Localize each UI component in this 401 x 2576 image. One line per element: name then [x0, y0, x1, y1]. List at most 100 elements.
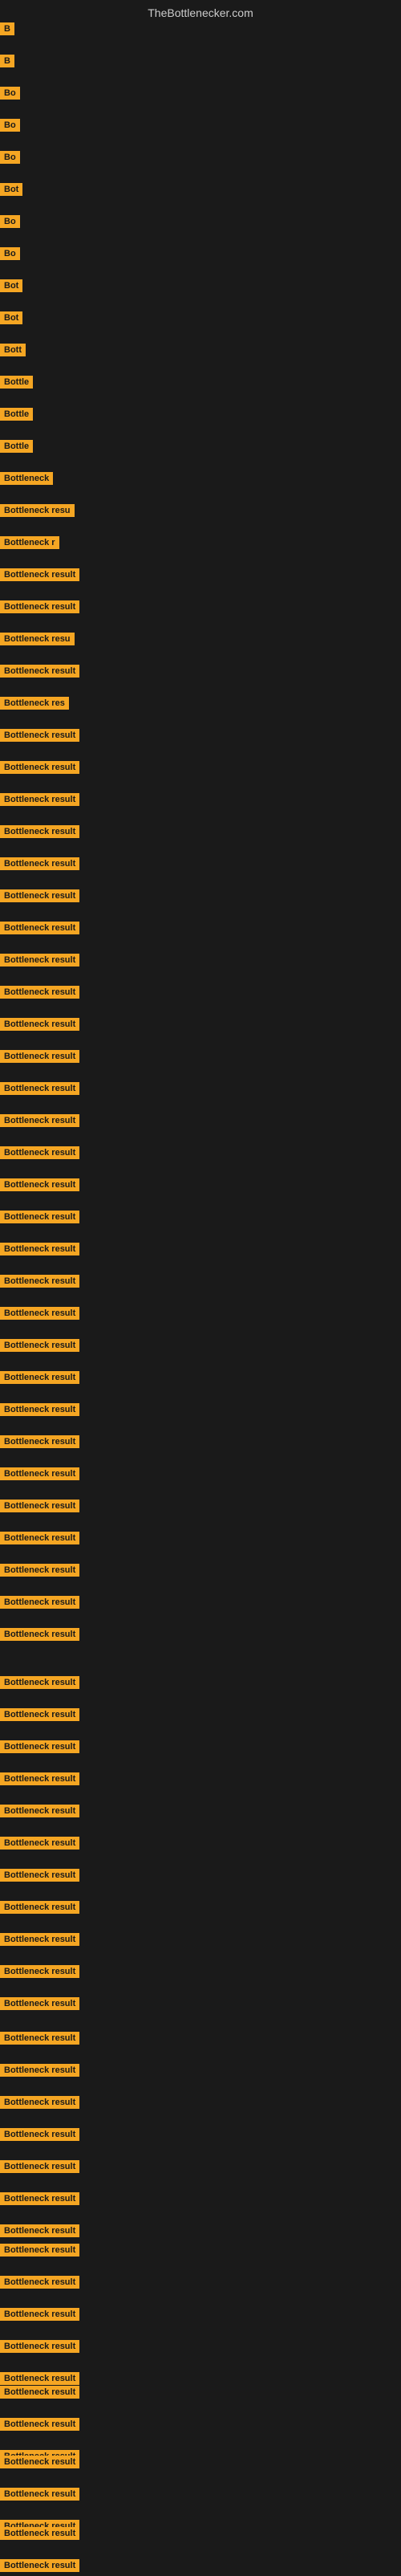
- badge-item: Bottle: [0, 376, 33, 393]
- badge-item: Bottleneck result: [0, 2224, 79, 2241]
- badge-item: Bottleneck result: [0, 922, 79, 938]
- badge-item: Bottleneck result: [0, 1965, 79, 1982]
- badge-label: Bottleneck result: [0, 600, 79, 613]
- badge-label: Bottle: [0, 440, 33, 453]
- badge-label: Bottleneck result: [0, 2128, 79, 2141]
- badge-label: Bottleneck result: [0, 1371, 79, 1384]
- badge-label: Bot: [0, 311, 22, 324]
- badge-item: Bottleneck result: [0, 825, 79, 842]
- badge-item: Bottleneck result: [0, 2032, 79, 2049]
- badge-item: Bottleneck result: [0, 1676, 79, 1693]
- badge-label: Bottleneck result: [0, 1708, 79, 1721]
- badge-item: Bottleneck resu: [0, 504, 75, 521]
- badge-label: Bottleneck result: [0, 2096, 79, 2109]
- badge-label: Bottleneck result: [0, 1564, 79, 1577]
- site-title: TheBottlenecker.com: [148, 6, 253, 19]
- badge-item: Bottleneck result: [0, 793, 79, 810]
- badge-item: Bottleneck result: [0, 1869, 79, 1886]
- badge-label: Bottleneck result: [0, 1018, 79, 1031]
- badge-label: Bot: [0, 279, 22, 292]
- badge-item: Bottleneck result: [0, 986, 79, 1003]
- badge-item: Bottleneck result: [0, 2128, 79, 2145]
- badge-label: Bottleneck result: [0, 2244, 79, 2257]
- badge-label: Bottleneck result: [0, 2372, 79, 2385]
- badge-label: Bottleneck result: [0, 2192, 79, 2205]
- badge-item: Bottleneck result: [0, 1243, 79, 1260]
- badge-item: Bottleneck result: [0, 2192, 79, 2209]
- badge-label: Bo: [0, 247, 20, 260]
- badge-item: Bottleneck result: [0, 1500, 79, 1516]
- badge-label: Bottleneck result: [0, 857, 79, 870]
- badge-item: Bottleneck result: [0, 1532, 79, 1548]
- badge-label: Bottleneck result: [0, 1243, 79, 1255]
- badge-label: Bottleneck result: [0, 2559, 79, 2572]
- badge-item: Bottleneck result: [0, 1901, 79, 1918]
- badge-label: Bottleneck result: [0, 1114, 79, 1127]
- badge-label: Bottleneck result: [0, 1901, 79, 1914]
- badge-item: Bottleneck result: [0, 2418, 79, 2435]
- badge-item: Bottleneck result: [0, 1339, 79, 1356]
- badge-item: Bottleneck r: [0, 536, 59, 553]
- badge-item: Bottleneck result: [0, 1933, 79, 1950]
- badge-item: Bottleneck result: [0, 1997, 79, 2014]
- badge-item: Bottleneck result: [0, 1403, 79, 1420]
- badge-label: Bottleneck result: [0, 2224, 79, 2237]
- badge-item: Bo: [0, 247, 20, 264]
- badge-item: Bottleneck result: [0, 1050, 79, 1067]
- badge-label: Bottleneck result: [0, 2064, 79, 2077]
- badge-item: Bo: [0, 87, 20, 104]
- badge-item: Bottleneck result: [0, 1114, 79, 1131]
- badge-item: Bottleneck resu: [0, 633, 75, 649]
- badge-label: Bottleneck result: [0, 1805, 79, 1817]
- badge-label: Bottleneck result: [0, 1467, 79, 1480]
- badge-item: Bottleneck result: [0, 1211, 79, 1227]
- badge-label: Bottleneck result: [0, 2527, 79, 2540]
- badge-item: Bo: [0, 151, 20, 168]
- badge-item: Bottle: [0, 440, 33, 457]
- badge-label: Bottleneck result: [0, 1628, 79, 1641]
- badge-item: Bottleneck result: [0, 1805, 79, 1821]
- badge-item: Bottleneck result: [0, 2096, 79, 2113]
- badge-label: Bottleneck result: [0, 1837, 79, 1850]
- badge-label: Bottleneck result: [0, 1772, 79, 1785]
- badge-item: Bottleneck result: [0, 1596, 79, 1613]
- badge-label: Bo: [0, 151, 20, 164]
- badge-label: Bottleneck res: [0, 697, 69, 710]
- badge-item: Bottleneck result: [0, 2064, 79, 2081]
- badge-item: Bo: [0, 119, 20, 136]
- badge-item: Bottleneck result: [0, 1178, 79, 1195]
- badge-item: Bottleneck result: [0, 2276, 79, 2293]
- badge-label: B: [0, 55, 14, 67]
- badge-label: Bottleneck result: [0, 729, 79, 742]
- badge-label: Bottleneck result: [0, 2160, 79, 2173]
- badge-label: Bottleneck result: [0, 1500, 79, 1512]
- badge-label: Bottleneck result: [0, 1275, 79, 1288]
- badge-item: Bottleneck result: [0, 1772, 79, 1789]
- badge-label: Bottleneck result: [0, 1532, 79, 1544]
- badge-label: Bottleneck result: [0, 1211, 79, 1223]
- badge-label: Bottleneck result: [0, 1178, 79, 1191]
- badge-item: Bott: [0, 344, 26, 360]
- badge-item: Bottleneck result: [0, 2527, 79, 2544]
- badge-label: Bottleneck result: [0, 986, 79, 999]
- badge-label: Bottleneck result: [0, 761, 79, 774]
- badge-item: Bottleneck result: [0, 568, 79, 585]
- badge-label: Bottleneck result: [0, 793, 79, 806]
- badge-label: Bottleneck result: [0, 954, 79, 967]
- badge-label: B: [0, 22, 14, 35]
- badge-label: Bott: [0, 344, 26, 356]
- badge-item: Bottleneck result: [0, 2244, 79, 2261]
- badge-label: Bottleneck result: [0, 889, 79, 902]
- badge-item: Bottleneck result: [0, 1082, 79, 1099]
- badge-label: Bo: [0, 215, 20, 228]
- badge-item: Bottleneck result: [0, 2456, 79, 2472]
- badge-item: Bottleneck res: [0, 697, 69, 714]
- badge-label: Bottle: [0, 408, 33, 421]
- badge-item: Bottleneck result: [0, 1018, 79, 1035]
- badge-label: Bottleneck r: [0, 536, 59, 549]
- badge-label: Bo: [0, 87, 20, 100]
- badge-label: Bottleneck resu: [0, 504, 75, 517]
- badge-label: Bottleneck resu: [0, 633, 75, 645]
- badge-label: Bottleneck result: [0, 2418, 79, 2431]
- badge-label: Bottleneck result: [0, 1435, 79, 1448]
